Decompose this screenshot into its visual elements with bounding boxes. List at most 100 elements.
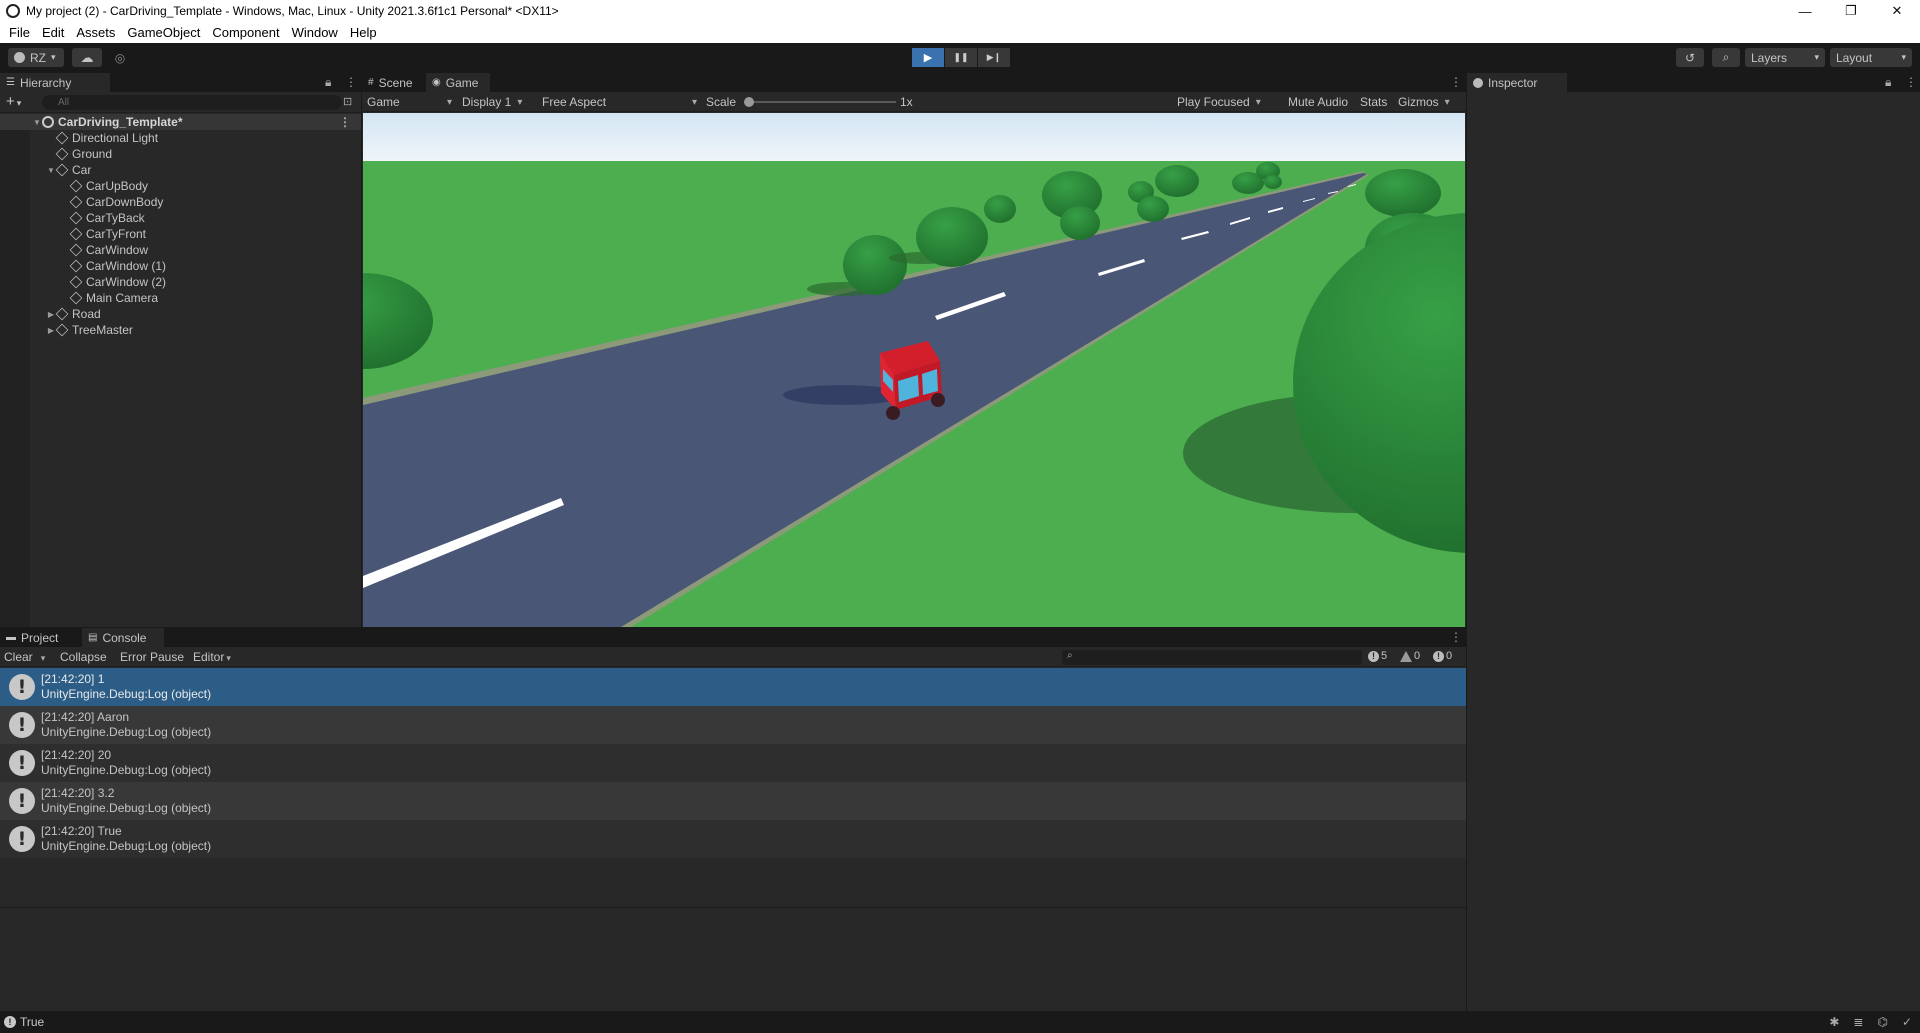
chevron-down-icon[interactable]: ▾ (41, 653, 46, 663)
menu-help[interactable]: Help (344, 25, 383, 40)
hierarchy-item[interactable]: Ground (0, 146, 361, 162)
kebab-menu-icon[interactable]: ⋮ (339, 115, 351, 129)
tab-game[interactable]: ◉ Game (426, 73, 490, 92)
layers-label: Layers (1751, 50, 1788, 65)
hierarchy-search-input[interactable]: All (42, 95, 342, 110)
hierarchy-item[interactable]: CarTyBack (0, 210, 361, 226)
scale-label: Scale (706, 95, 737, 109)
mute-audio-toggle[interactable]: Mute Audio (1288, 95, 1348, 109)
tab-scene[interactable]: # Scene (362, 73, 426, 92)
expand-arrow-icon[interactable]: ▼ (32, 118, 42, 127)
log-count-toggle[interactable]: ! 5 (1368, 650, 1387, 662)
kebab-menu-icon[interactable]: ⋮ (345, 75, 357, 89)
step-button[interactable]: ▶❙ (978, 48, 1010, 67)
hierarchy-item[interactable]: ▼ Car (0, 162, 361, 178)
hierarchy-item[interactable]: CarUpBody (0, 178, 361, 194)
menu-bar: File Edit Assets GameObject Component Wi… (0, 22, 1920, 43)
collab-button[interactable]: ◎ (108, 48, 132, 67)
tab-scene-label: Scene (378, 75, 413, 90)
network-icon[interactable]: ⌬ (1877, 1015, 1887, 1029)
account-dropdown[interactable]: RZ ▾ (8, 48, 64, 67)
hierarchy-item[interactable]: CarTyFront (0, 226, 361, 242)
inspector-tabstrip: Inspector 🔒︎ ⋮ (1467, 73, 1920, 92)
log-text: [21:42:20] Aaron UnityEngine.Debug:Log (o… (41, 710, 211, 740)
tab-console[interactable]: ▤ Console (82, 628, 164, 647)
display-dropdown[interactable]: Display 1 (462, 95, 522, 109)
play-focused-dropdown[interactable]: Play Focused (1177, 95, 1261, 109)
editor-dropdown[interactable]: Editor ▾ (193, 650, 231, 664)
layers-dropdown[interactable]: Layers ▾ (1745, 48, 1825, 67)
hierarchy-item[interactable]: Directional Light (0, 130, 361, 146)
kebab-menu-icon[interactable]: ⋮ (1905, 75, 1917, 89)
hierarchy-item-label: TreeMaster (72, 323, 133, 337)
scale-value: 1x (900, 95, 913, 109)
menu-file[interactable]: File (3, 25, 36, 40)
status-bar: ! True ✱ ≣ ⌬ ✓ (0, 1011, 1920, 1033)
hierarchy-item[interactable]: ▶ TreeMaster (0, 322, 361, 338)
gameobject-cube-icon (69, 227, 83, 241)
console-log-entry[interactable]: ! [21:42:20] Aaron UnityEngine.Debug:Log (… (0, 706, 1466, 744)
search-type-icon[interactable]: ⊡ (343, 95, 352, 108)
aspect-dropdown[interactable]: Free Aspect (542, 95, 697, 109)
menu-gameobject[interactable]: GameObject (121, 25, 206, 40)
tree (1264, 175, 1282, 189)
tab-hierarchy[interactable]: ☰ Hierarchy (0, 73, 110, 92)
error-pause-toggle[interactable]: Error Pause (120, 650, 184, 664)
console-search-input[interactable]: ⌕ (1062, 650, 1362, 665)
warning-count-toggle[interactable]: 0 (1400, 650, 1420, 662)
hierarchy-item[interactable]: CarWindow (1) (0, 258, 361, 274)
history-button[interactable]: ↺ (1676, 48, 1704, 67)
menu-component[interactable]: Component (206, 25, 285, 40)
cloud-button[interactable]: ☁ (72, 48, 102, 67)
chevron-down-icon: ▾ (226, 653, 231, 663)
expand-arrow-icon[interactable]: ▶ (46, 310, 56, 319)
layout-dropdown[interactable]: Layout ▾ (1830, 48, 1912, 67)
display-label: Display 1 (462, 95, 512, 109)
status-text[interactable]: True (20, 1015, 44, 1029)
tab-inspector[interactable]: Inspector (1467, 73, 1567, 92)
lock-icon[interactable]: 🔒︎ (325, 75, 331, 90)
kebab-menu-icon[interactable]: ⋮ (1450, 75, 1462, 89)
game-mode-dropdown[interactable]: Game (367, 95, 452, 109)
expand-arrow-icon[interactable]: ▼ (46, 166, 56, 175)
maximize-button[interactable]: ❐ (1828, 0, 1874, 22)
hierarchy-item[interactable]: CarWindow (2) (0, 274, 361, 290)
close-button[interactable]: ✕ (1874, 0, 1920, 22)
expand-arrow-icon[interactable]: ▶ (46, 326, 56, 335)
clear-button[interactable]: Clear ▾ (4, 650, 45, 664)
scene-root[interactable]: ▼ CarDriving_Template* ⋮ (0, 114, 361, 130)
cloud-icon: ☁ (80, 49, 94, 65)
minimize-button[interactable]: — (1782, 0, 1828, 22)
hierarchy-item[interactable]: CarDownBody (0, 194, 361, 210)
console-log-entry[interactable]: ! [21:42:20] 1 UnityEngine.Debug:Log (obje… (0, 668, 1466, 706)
bug-icon[interactable]: ✱ (1829, 1015, 1839, 1029)
log-text: [21:42:20] 20 UnityEngine.Debug:Log (obje… (41, 748, 211, 778)
hierarchy-item[interactable]: ▶ Road (0, 306, 361, 322)
game-viewport[interactable] (363, 113, 1465, 627)
pause-button[interactable]: ❚❚ (945, 48, 977, 67)
scale-slider-handle[interactable] (744, 97, 754, 107)
cache-icon[interactable]: ≣ (1853, 1015, 1863, 1029)
menu-edit[interactable]: Edit (36, 25, 70, 40)
lock-icon[interactable]: 🔒︎ (1885, 75, 1891, 90)
warning-icon (1400, 650, 1412, 662)
console-log-entry[interactable]: ! [21:42:20] 20 UnityEngine.Debug:Log (obj… (0, 744, 1466, 782)
play-button[interactable]: ▶ (912, 48, 944, 67)
menu-window[interactable]: Window (286, 25, 344, 40)
scale-slider[interactable] (744, 97, 896, 107)
kebab-menu-icon[interactable]: ⋮ (1450, 630, 1462, 644)
error-count-toggle[interactable]: ! 0 (1433, 650, 1452, 662)
add-button[interactable]: + ▾ (6, 93, 21, 110)
hierarchy-item[interactable]: CarWindow (0, 242, 361, 258)
gizmos-dropdown[interactable]: Gizmos (1398, 95, 1450, 109)
stats-toggle[interactable]: Stats (1360, 95, 1387, 109)
console-log-entry[interactable]: ! [21:42:20] True UnityEngine.Debug:Log (o… (0, 820, 1466, 858)
hierarchy-item[interactable]: Main Camera (0, 290, 361, 306)
search-button[interactable]: ⌕ (1712, 48, 1740, 67)
console-log-entry[interactable]: ! [21:42:20] 3.2 UnityEngine.Debug:Log (ob… (0, 782, 1466, 820)
collapse-toggle[interactable]: Collapse (60, 650, 107, 664)
menu-assets[interactable]: Assets (70, 25, 121, 40)
unity-scene-icon (42, 116, 54, 128)
check-icon[interactable]: ✓ (1902, 1015, 1912, 1029)
tab-project[interactable]: ▬ Project (0, 628, 80, 647)
